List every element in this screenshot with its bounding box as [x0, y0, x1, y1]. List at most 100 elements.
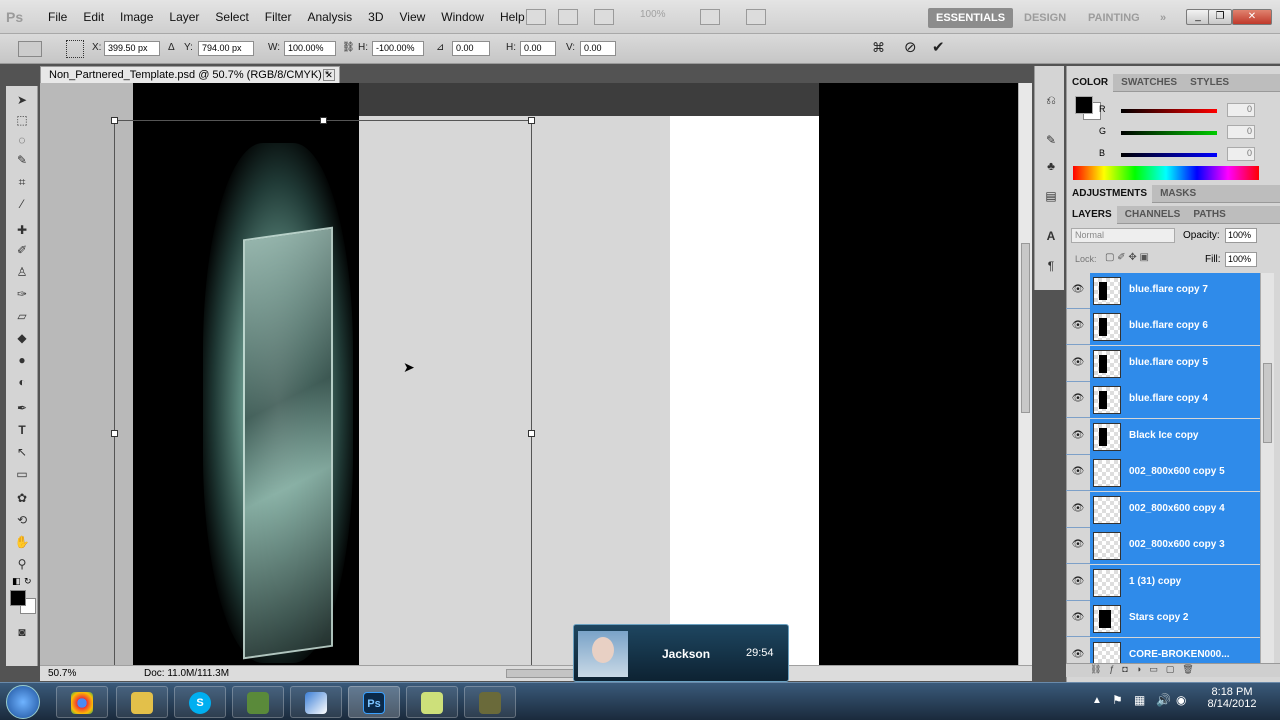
restore-button[interactable]: ❐	[1208, 9, 1232, 25]
taskbar-paint[interactable]	[290, 686, 342, 718]
screen-mode-icon[interactable]	[746, 9, 766, 25]
taskbar-chrome[interactable]	[56, 686, 108, 718]
layers-scroll-thumb[interactable]	[1263, 363, 1272, 443]
layer-row[interactable]: 👁 002_800x600 copy 5	[1066, 455, 1260, 491]
menu-filter[interactable]: Filter	[257, 0, 300, 34]
paragraph-panel-icon[interactable]: ¶	[1043, 258, 1059, 274]
hand-tool-icon[interactable]: ✋	[14, 534, 30, 550]
tab-layers[interactable]: LAYERS	[1067, 206, 1117, 224]
color-spectrum-ramp[interactable]	[1073, 166, 1259, 180]
green-value-input[interactable]: 0	[1227, 125, 1255, 139]
transform-bounding-box[interactable]	[114, 120, 532, 665]
red-value-input[interactable]: 0	[1227, 103, 1255, 117]
menu-analysis[interactable]: Analysis	[299, 0, 360, 34]
blur-tool-icon[interactable]: ●	[14, 352, 30, 368]
tab-paths[interactable]: PATHS	[1188, 206, 1230, 224]
path-selection-tool-icon[interactable]: ↖	[14, 444, 30, 460]
menu-3d[interactable]: 3D	[360, 0, 391, 34]
healing-brush-tool-icon[interactable]: ✚	[14, 222, 30, 238]
eyedropper-tool-icon[interactable]: ⁄	[14, 196, 30, 212]
crop-tool-icon[interactable]: ⌗	[14, 174, 30, 190]
width-input[interactable]: 100.00%	[284, 41, 336, 56]
arrange-documents-icon[interactable]	[700, 9, 720, 25]
layers-scrollbar[interactable]	[1260, 273, 1274, 663]
tab-adjustments[interactable]: ADJUSTMENTS	[1067, 185, 1153, 203]
eye-icon[interactable]: 👁	[1071, 466, 1085, 478]
quick-select-tool-icon[interactable]: ✎	[14, 152, 30, 168]
menu-image[interactable]: Image	[112, 0, 161, 34]
red-channel-slider[interactable]: R 0	[1099, 103, 1280, 118]
action-center-icon[interactable]: ⚑	[1112, 693, 1123, 707]
green-slider-bar[interactable]	[1121, 131, 1217, 135]
show-hidden-icons[interactable]: ▲	[1092, 695, 1102, 706]
tab-channels[interactable]: CHANNELS	[1120, 206, 1186, 224]
menu-select[interactable]: Select	[207, 0, 256, 34]
layer-row[interactable]: 👁 002_800x600 copy 4	[1066, 492, 1260, 528]
eye-icon[interactable]: 👁	[1071, 430, 1085, 442]
menu-layer[interactable]: Layer	[161, 0, 207, 34]
mini-bridge-icon[interactable]	[558, 9, 578, 25]
taskbar-photoshop[interactable]: Ps	[348, 686, 400, 718]
blue-channel-slider[interactable]: B 0	[1099, 147, 1280, 162]
dodge-tool-icon[interactable]: ◐	[14, 374, 30, 390]
speaker-icon[interactable]: 🔊	[1156, 693, 1171, 707]
rotate-input[interactable]: 0.00	[452, 41, 490, 56]
foreground-color-swatch[interactable]	[10, 590, 26, 606]
green-channel-slider[interactable]: G 0	[1099, 125, 1280, 140]
layer-row[interactable]: 👁 1 (31) copy	[1066, 565, 1260, 601]
warp-icon[interactable]: ⌘	[872, 40, 885, 56]
taskbar-skype[interactable]: S	[174, 686, 226, 718]
tab-color[interactable]: COLOR	[1067, 74, 1114, 92]
fill-input[interactable]: 100%	[1225, 252, 1257, 267]
eye-icon[interactable]: 👁	[1071, 612, 1085, 624]
layer-actions-icons[interactable]: ⛓ƒ◘◑▭▢🗑	[1090, 664, 1202, 675]
network-icon[interactable]: ▦	[1134, 693, 1145, 707]
marquee-tool-icon[interactable]: ⬚	[14, 112, 30, 128]
height-input[interactable]: -100.00%	[372, 41, 424, 56]
character-panel-icon[interactable]: A	[1043, 228, 1059, 244]
transform-handle-top-right[interactable]	[528, 117, 535, 124]
brush-tool-icon[interactable]: ✐	[14, 242, 30, 258]
horizontal-skew-input[interactable]: 0.00	[520, 41, 556, 56]
lasso-tool-icon[interactable]: ◌	[14, 132, 30, 148]
taskbar-explorer[interactable]	[116, 686, 168, 718]
menu-file[interactable]: File	[40, 0, 75, 34]
eye-icon[interactable]: 👁	[1071, 649, 1085, 661]
history-panel-icon[interactable]: ⎌	[1043, 92, 1059, 108]
tab-styles[interactable]: STYLES	[1185, 74, 1234, 92]
tab-masks[interactable]: MASKS	[1155, 185, 1201, 203]
pen-tool-icon[interactable]: ✒	[14, 400, 30, 416]
layer-row[interactable]: 👁 blue.flare copy 4	[1066, 382, 1260, 418]
vertical-skew-input[interactable]: 0.00	[580, 41, 616, 56]
link-icon[interactable]: ⛓	[342, 42, 355, 53]
transform-handle-middle-right[interactable]	[528, 430, 535, 437]
x-position-input[interactable]: 399.50 px	[104, 41, 160, 56]
start-button[interactable]	[6, 685, 40, 719]
view-extras-icon[interactable]	[594, 9, 614, 25]
transform-tool-icon[interactable]	[18, 41, 42, 57]
red-slider-bar[interactable]	[1121, 109, 1217, 113]
layer-row[interactable]: 👁 Black Ice copy	[1066, 419, 1260, 455]
layer-row[interactable]: 👁 blue.flare copy 5	[1066, 346, 1260, 382]
brush-presets-icon[interactable]: ✎	[1043, 132, 1059, 148]
document-tab[interactable]: Non_Partnered_Template.psd @ 50.7% (RGB/…	[40, 66, 340, 83]
default-colors-icon[interactable]: ◧	[12, 576, 21, 587]
workspace-painting[interactable]: PAINTING	[1080, 8, 1148, 28]
blend-mode-select[interactable]: Normal	[1071, 228, 1175, 243]
color-foreground-swatch[interactable]	[1075, 96, 1093, 114]
layer-row[interactable]: 👁 blue.flare copy 6	[1066, 309, 1260, 345]
move-tool-icon[interactable]: ➤	[14, 92, 30, 108]
menu-edit[interactable]: Edit	[75, 0, 112, 34]
close-button[interactable]: ✕	[1232, 9, 1272, 25]
transform-handle-top-left[interactable]	[111, 117, 118, 124]
taskbar-minecraft[interactable]	[232, 686, 284, 718]
opacity-input[interactable]: 100%	[1225, 228, 1257, 243]
layer-row[interactable]: 👁 blue.flare copy 7	[1066, 273, 1260, 309]
blue-slider-bar[interactable]	[1121, 153, 1217, 157]
eye-icon[interactable]: 👁	[1071, 576, 1085, 588]
eye-icon[interactable]: 👁	[1071, 539, 1085, 551]
taskbar-recorder[interactable]	[464, 686, 516, 718]
tray-icon[interactable]: ◉	[1176, 693, 1186, 707]
canvas-area[interactable]: ➤	[40, 83, 1018, 665]
menu-view[interactable]: View	[391, 0, 433, 34]
